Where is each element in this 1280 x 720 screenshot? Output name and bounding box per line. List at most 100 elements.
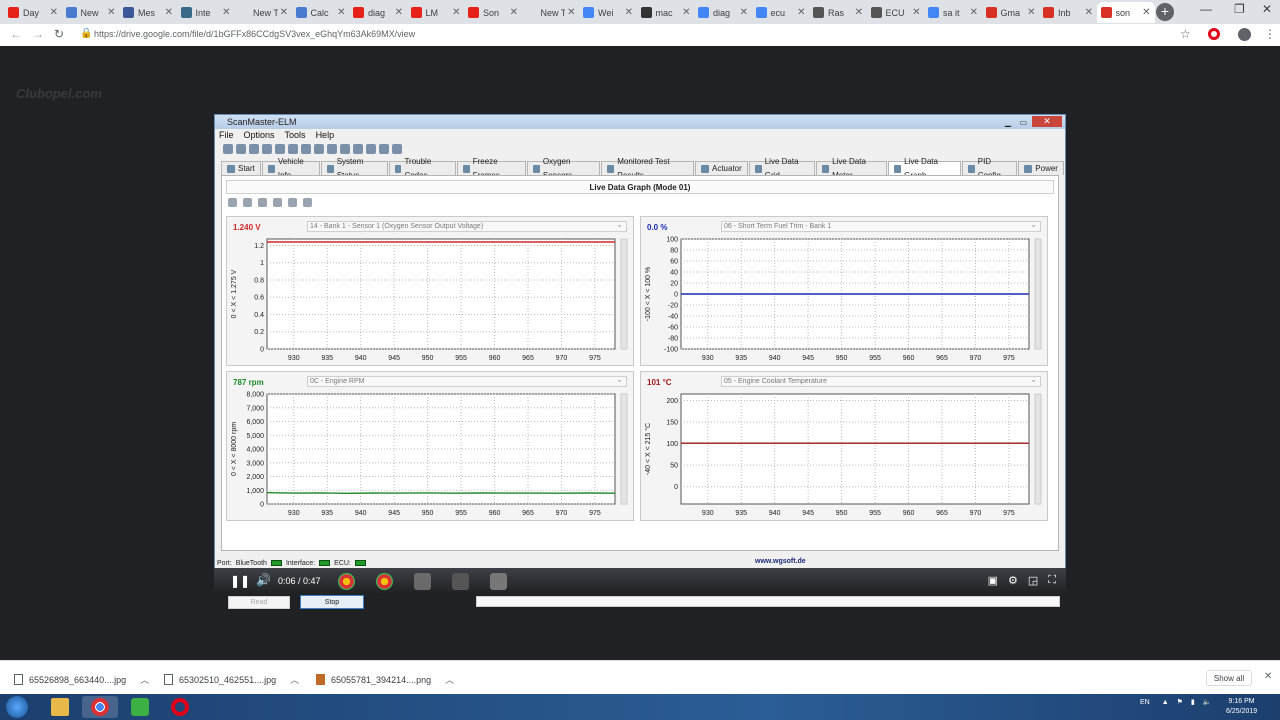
browser-tab[interactable]: son ✕: [1096, 2, 1155, 23]
back-icon[interactable]: ←: [10, 27, 22, 41]
address-bar-url[interactable]: https://drive.google.com/file/d/1bGFFx86…: [94, 29, 415, 39]
network-icon[interactable]: ▮: [1191, 699, 1195, 706]
print-icon[interactable]: [288, 198, 297, 207]
browser-tab[interactable]: Inb ✕: [1039, 2, 1097, 23]
chevron-up-icon[interactable]: ︿: [290, 673, 299, 686]
flag-icon[interactable]: ⚑: [1177, 699, 1183, 706]
close-icon[interactable]: ✕: [1262, 2, 1272, 16]
browser-tab[interactable]: diag ✕: [694, 2, 752, 23]
browser-tab[interactable]: Mes ✕: [119, 2, 177, 23]
tab-close-icon[interactable]: ✕: [395, 7, 403, 18]
table-icon[interactable]: [288, 144, 298, 154]
tab-vehicle-info[interactable]: Vehicle Info: [261, 157, 320, 180]
chrome-taskbar-button[interactable]: [82, 696, 118, 718]
new-tab-button[interactable]: +: [1156, 3, 1174, 21]
open-icon[interactable]: [258, 198, 267, 207]
browser-tab[interactable]: ECU ✕: [867, 2, 925, 23]
tab-close-icon[interactable]: ✕: [682, 7, 690, 18]
add-graph-icon[interactable]: [228, 198, 237, 207]
tray-up-icon[interactable]: ▲: [1162, 699, 1169, 706]
pid-select[interactable]: 05 - Engine Coolant Temperature: [721, 375, 1041, 387]
tab-close-icon[interactable]: ✕: [452, 7, 460, 18]
menu-icon[interactable]: ⋮: [1264, 27, 1276, 41]
browser-tab[interactable]: Ras ✕: [809, 2, 867, 23]
browser-tab[interactable]: Inte ✕: [177, 2, 235, 23]
maximize-icon[interactable]: ❐: [1234, 2, 1245, 16]
chevron-up-icon[interactable]: ︿: [445, 673, 454, 686]
clock[interactable]: 9:16 PM 6/25/2019: [1226, 697, 1257, 717]
sensor-icon[interactable]: [301, 144, 311, 154]
tab-close-icon[interactable]: ✕: [855, 7, 863, 18]
close-icon[interactable]: ✕: [1264, 671, 1272, 682]
tab-live-data-graph[interactable]: Live Data Graph: [888, 157, 961, 180]
browser-tab[interactable]: ecu ✕: [752, 2, 810, 23]
tab-close-icon[interactable]: ✕: [165, 7, 173, 18]
tab-close-icon[interactable]: ✕: [337, 7, 345, 18]
browser-tab[interactable]: Gma ✕: [982, 2, 1040, 23]
forward-icon[interactable]: →: [32, 27, 44, 41]
language-indicator[interactable]: EN: [1140, 699, 1150, 706]
tab-pid-config[interactable]: PID Config: [961, 157, 1018, 180]
volume-icon[interactable]: 🔈: [1203, 699, 1212, 706]
menu-options[interactable]: Options: [244, 129, 275, 141]
tab-power[interactable]: Power: [1018, 161, 1064, 175]
tab-close-icon[interactable]: ✕: [1142, 7, 1150, 18]
browser-tab[interactable]: mac ✕: [637, 2, 695, 23]
tab-live-data-grid[interactable]: Live Data Grid: [748, 157, 816, 180]
captions-icon[interactable]: ▣: [988, 574, 998, 587]
pid-select[interactable]: 0C - Engine RPM: [307, 375, 627, 387]
clipboard-icon[interactable]: [314, 144, 324, 154]
pid-select[interactable]: 06 - Short Term Fuel Trim - Bank 1: [721, 220, 1041, 232]
tab-oxygen-sensors[interactable]: Oxygen Sensors: [526, 157, 601, 180]
show-all-button[interactable]: Show all: [1206, 670, 1252, 686]
download-item[interactable]: 65302510_462551....jpg ︿: [164, 673, 299, 686]
tab-system-status[interactable]: System Status: [320, 157, 388, 180]
menu-tools[interactable]: Tools: [285, 129, 306, 141]
tab-close-icon[interactable]: ✕: [1085, 7, 1093, 18]
read-button[interactable]: Read: [228, 596, 290, 609]
tab-close-icon[interactable]: ✕: [912, 7, 920, 18]
minimize-icon[interactable]: ▁: [1005, 116, 1011, 130]
tab-close-icon[interactable]: ✕: [625, 7, 633, 18]
chart-icon[interactable]: [275, 144, 285, 154]
download-item[interactable]: 65526898_663440....jpg ︿: [14, 673, 149, 686]
tab-close-icon[interactable]: ✕: [510, 7, 518, 18]
pid-select[interactable]: 14 - Bank 1 - Sensor 1 (Oxygen Sensor Ou…: [307, 220, 627, 232]
pause-icon[interactable]: ❚❚: [230, 574, 250, 588]
gauge-icon[interactable]: [366, 144, 376, 154]
bookmark-star-icon[interactable]: ☆: [1180, 27, 1191, 41]
website-link[interactable]: www.wgsoft.de: [755, 558, 806, 565]
tab-close-icon[interactable]: ✕: [740, 7, 748, 18]
minimize-icon[interactable]: —: [1200, 2, 1212, 16]
opera-icon[interactable]: [1208, 28, 1220, 40]
tab-trouble-codes[interactable]: Trouble Codes: [388, 157, 456, 180]
browser-tab[interactable]: Son ✕: [464, 2, 522, 23]
tab-close-icon[interactable]: ✕: [797, 7, 805, 18]
grid-icon[interactable]: [262, 144, 272, 154]
tab-close-icon[interactable]: ✕: [970, 7, 978, 18]
download-item[interactable]: 65055781_394214....png ︿: [316, 673, 454, 686]
tab-freeze-frames[interactable]: Freeze Frames: [456, 157, 526, 180]
battery-icon[interactable]: [353, 144, 363, 154]
app-taskbar-button[interactable]: [122, 696, 158, 718]
browser-tab[interactable]: Wei ✕: [579, 2, 637, 23]
close-button[interactable]: ✕: [1032, 116, 1062, 127]
save-icon[interactable]: [249, 144, 259, 154]
opera-taskbar-button[interactable]: [162, 696, 198, 718]
menu-file[interactable]: File: [219, 129, 234, 141]
tab-live-data-meter[interactable]: Live Data Meter: [816, 157, 888, 180]
tab-actuator[interactable]: Actuator: [694, 161, 748, 175]
save-icon[interactable]: [273, 198, 282, 207]
tab-close-icon[interactable]: ✕: [107, 7, 115, 18]
fullscreen-icon[interactable]: ⛶: [1048, 574, 1056, 587]
maximize-icon[interactable]: ▭: [1019, 116, 1027, 130]
miniplayer-icon[interactable]: ◲: [1028, 574, 1038, 587]
browser-tab[interactable]: diag ✕: [349, 2, 407, 23]
explorer-taskbar-button[interactable]: [42, 696, 78, 718]
chevron-up-icon[interactable]: ︿: [140, 673, 149, 686]
reload-icon[interactable]: ↻: [54, 27, 64, 41]
browser-tab[interactable]: sa it ✕: [924, 2, 982, 23]
book-icon[interactable]: [392, 144, 402, 154]
profile-avatar[interactable]: [1238, 28, 1251, 41]
print-preview-icon[interactable]: [303, 198, 312, 207]
